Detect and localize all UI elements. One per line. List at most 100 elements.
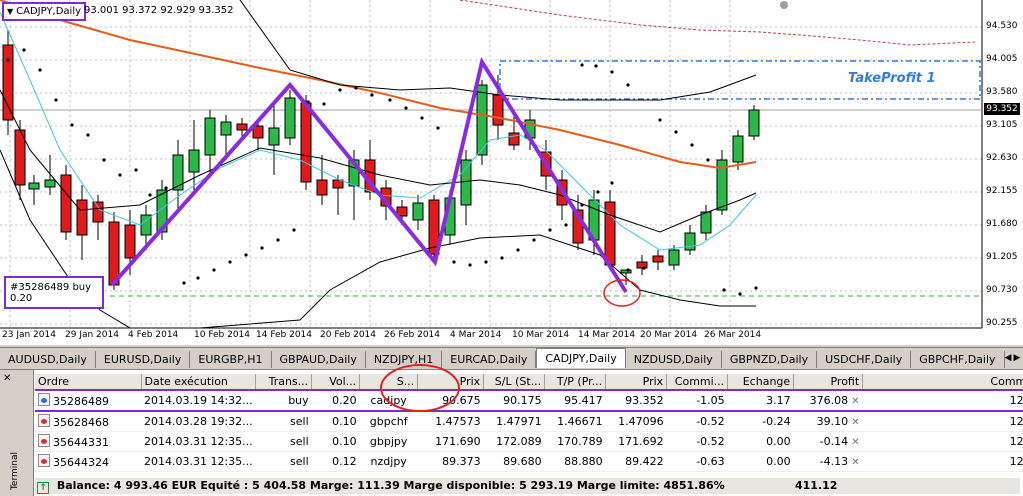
sar-dot bbox=[86, 133, 90, 137]
column-header[interactable]: Ordre bbox=[35, 374, 142, 391]
cell: 12500060 bbox=[862, 451, 1023, 472]
cell-order: 35286489 bbox=[35, 389, 141, 412]
tab-audusd-daily[interactable]: AUDUSD,Daily bbox=[0, 351, 96, 368]
sar-dot bbox=[420, 116, 424, 120]
cell-value: sell bbox=[290, 415, 309, 428]
sar-dot bbox=[354, 86, 358, 90]
sar-dot bbox=[610, 181, 614, 185]
close-order-icon[interactable]: ✕ bbox=[848, 437, 859, 448]
dropdown-triangle-icon: ▼ bbox=[7, 7, 14, 16]
tab-cadjpy-daily[interactable]: CADJPY,Daily bbox=[536, 348, 626, 368]
chart-symbol: CADJPY,Daily bbox=[16, 6, 82, 17]
column-header[interactable]: Vol... bbox=[311, 374, 361, 391]
table-row[interactable]: 35644324 2014.03.31 12:35... sell 0.12 nzdjp… bbox=[35, 451, 1023, 472]
price-tick-label: 94.005 bbox=[986, 54, 1018, 64]
price-tick-label: 94.530 bbox=[986, 21, 1018, 31]
cell: 171.690 bbox=[417, 431, 484, 452]
date-tick-label: 14 Feb 2014 bbox=[256, 330, 313, 340]
bearish-candle bbox=[316, 179, 328, 196]
chart-shift-marker bbox=[780, 1, 788, 9]
chart-canvas[interactable] bbox=[0, 0, 1023, 345]
table-row[interactable]: 35644331 2014.03.31 12:35... sell 0.10 gbpjp… bbox=[35, 431, 1023, 452]
date-tick-label: 10 Feb 2014 bbox=[194, 330, 251, 340]
tab-eurcad-daily[interactable]: EURCAD,Daily bbox=[442, 351, 537, 368]
column-header[interactable]: Echange bbox=[727, 374, 795, 391]
buy-order-icon bbox=[38, 393, 50, 406]
sar-dot bbox=[452, 260, 456, 264]
cell-value: -0.63 bbox=[696, 455, 725, 468]
tab-eurusd-daily[interactable]: EURUSD,Daily bbox=[96, 351, 191, 368]
tab-gbpnzd-daily[interactable]: GBPNZD,Daily bbox=[722, 351, 818, 368]
table-row[interactable]: 35286489 2014.03.19 14:32... buy 0.20 cadjpy… bbox=[35, 389, 1023, 412]
column-header[interactable]: Date exécution bbox=[141, 374, 257, 391]
column-header[interactable]: Commentaire bbox=[862, 374, 1023, 391]
close-icon[interactable]: ✕ bbox=[3, 373, 11, 384]
column-header[interactable]: T/P (Pr... bbox=[544, 374, 607, 391]
cell: 0.00 bbox=[727, 431, 794, 452]
order-id: 35644324 bbox=[53, 456, 109, 469]
resistance-line bbox=[459, 0, 976, 46]
cell-value: -0.24 bbox=[762, 415, 791, 428]
close-order-icon[interactable]: ✕ bbox=[848, 396, 859, 407]
sar-dot bbox=[54, 98, 58, 102]
cell: sell bbox=[255, 431, 312, 452]
date-tick-label: 10 Mar 2014 bbox=[512, 330, 570, 340]
price-tick-label: 91.205 bbox=[986, 252, 1018, 262]
bearish-candle bbox=[492, 94, 504, 126]
cell-order: 35644331 bbox=[35, 431, 141, 452]
table-row[interactable]: 35628468 2014.03.28 19:32... sell 0.10 gbpch… bbox=[35, 411, 1023, 432]
column-header[interactable]: Profit bbox=[793, 374, 864, 391]
sar-dot bbox=[626, 83, 630, 87]
cell-value: 1.46671 bbox=[557, 415, 603, 428]
cell-value: 12500030 bbox=[1009, 435, 1023, 448]
order-id: 35644331 bbox=[53, 436, 109, 449]
sar-dot bbox=[6, 58, 10, 62]
cell: 0.10 bbox=[311, 431, 360, 452]
bullish-candle bbox=[700, 211, 712, 234]
bullish-candle bbox=[460, 159, 472, 206]
sar-dot bbox=[484, 260, 488, 264]
tab-usdchf-daily[interactable]: USDCHF,Daily bbox=[817, 351, 912, 368]
cell: 12501440 bbox=[862, 389, 1023, 412]
scroll-left-icon[interactable]: ◀ bbox=[1005, 353, 1012, 363]
total-profit: 411.12 bbox=[795, 479, 838, 492]
cell-value: 2014.03.28 19:32... bbox=[144, 415, 253, 428]
cell-value: 170.789 bbox=[557, 435, 603, 448]
cell-value: 88.880 bbox=[564, 455, 603, 468]
tab-eurgbp-h1[interactable]: EURGBP,H1 bbox=[190, 351, 272, 368]
sell-order-icon bbox=[38, 454, 50, 467]
tab-gbpaud-daily[interactable]: GBPAUD,Daily bbox=[272, 351, 366, 368]
sar-dot bbox=[610, 70, 614, 74]
column-header[interactable]: Commi... bbox=[666, 374, 729, 391]
sar-dot bbox=[70, 123, 74, 127]
close-order-icon[interactable]: ✕ bbox=[848, 457, 859, 468]
bullish-candle bbox=[684, 232, 696, 251]
price-chart[interactable]: ▼ CADJPY,Daily 93.001 93.372 92.929 93.3… bbox=[0, 0, 1023, 345]
cell-value: -0.52 bbox=[696, 435, 725, 448]
cell: gbpjpy bbox=[359, 431, 418, 452]
tab-scroll-buttons: ◀ ▶ bbox=[1005, 353, 1023, 363]
table-header-row: Ordre Date exécution Trans... Vol... S... Pri… bbox=[35, 374, 1023, 391]
cell: 376.08 ✕ bbox=[793, 389, 863, 412]
fast-moving-average-line bbox=[0, 11, 757, 251]
close-order-icon[interactable]: ✕ bbox=[848, 417, 859, 428]
column-header[interactable]: Trans... bbox=[255, 374, 313, 391]
cell-value: 1.47971 bbox=[496, 415, 542, 428]
cell: 12500030 bbox=[862, 431, 1023, 452]
date-tick-label: 20 Feb 2014 bbox=[320, 330, 377, 340]
cell: -0.52 bbox=[666, 411, 728, 432]
column-header[interactable]: S/L (St... bbox=[483, 374, 546, 391]
sar-dot bbox=[564, 223, 568, 227]
chart-symbol-box[interactable]: ▼ CADJPY,Daily bbox=[2, 2, 87, 21]
tab-nzdusd-daily[interactable]: NZDUSD,Daily bbox=[626, 351, 722, 368]
sar-dot bbox=[580, 203, 584, 207]
cell: gbpchf bbox=[359, 411, 418, 432]
sar-dot bbox=[436, 126, 440, 130]
cell-value: 93.352 bbox=[625, 394, 664, 407]
column-header[interactable]: Prix bbox=[605, 374, 668, 391]
cell: 2014.03.31 12:35... bbox=[141, 451, 256, 472]
tab-gbpchf-daily[interactable]: GBPCHF,Daily bbox=[911, 351, 1005, 368]
bearish-candle bbox=[508, 132, 520, 146]
bullish-candle bbox=[748, 109, 760, 137]
scroll-right-icon[interactable]: ▶ bbox=[1013, 353, 1020, 363]
